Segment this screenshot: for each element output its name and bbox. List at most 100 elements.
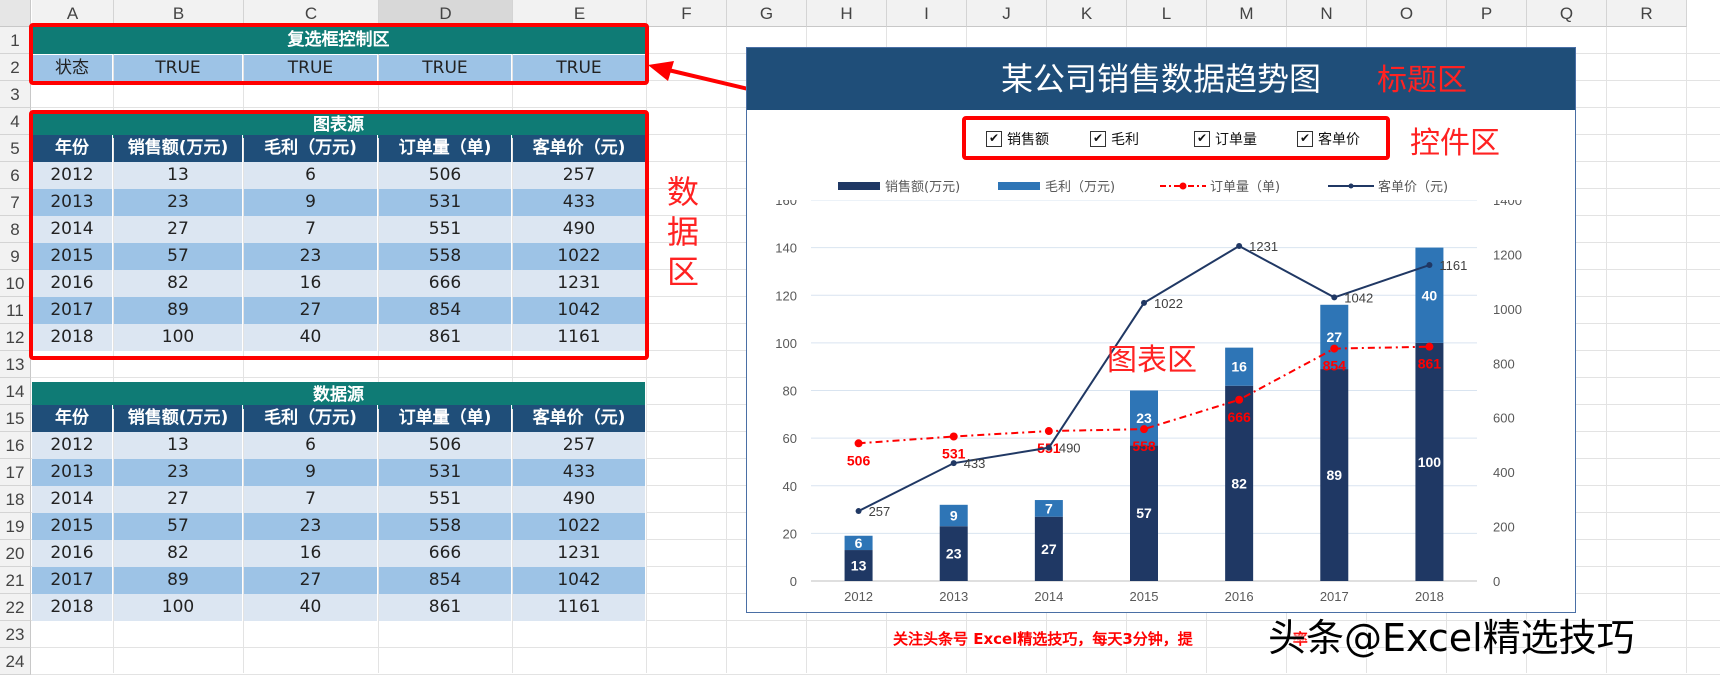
row-header[interactable]: 4 <box>0 108 31 135</box>
column-header[interactable]: R <box>1607 0 1687 27</box>
x-axis-tick: 2017 <box>1320 589 1349 604</box>
table-cell[interactable]: 2013 <box>32 459 113 486</box>
table-cell[interactable]: 16 <box>244 540 378 567</box>
column-header[interactable]: L <box>1127 0 1207 27</box>
row-header[interactable]: 23 <box>0 621 31 648</box>
row-header[interactable]: 14 <box>0 378 31 405</box>
table-cell[interactable]: 2012 <box>32 432 113 459</box>
left-axis-tick: 160 <box>775 200 797 208</box>
table-cell[interactable]: 551 <box>379 486 512 513</box>
table-cell[interactable]: 433 <box>513 459 646 486</box>
table-cell[interactable]: 27 <box>114 486 243 513</box>
table-cell[interactable]: 100 <box>114 594 243 621</box>
row-header[interactable]: 8 <box>0 216 31 243</box>
table-cell[interactable]: 6 <box>244 432 378 459</box>
row-header[interactable]: 17 <box>0 459 31 486</box>
column-header[interactable]: G <box>727 0 807 27</box>
column-header[interactable]: P <box>1447 0 1527 27</box>
row-header[interactable]: 11 <box>0 297 31 324</box>
point-orders <box>1330 344 1339 353</box>
table-header-cell[interactable]: 订单量（单) <box>379 405 512 432</box>
table-cell[interactable]: 1161 <box>513 594 646 621</box>
column-header[interactable]: F <box>647 0 727 27</box>
column-header[interactable]: K <box>1047 0 1127 27</box>
chart-zone-label: 图表区 <box>1107 343 1197 378</box>
table-cell[interactable]: 490 <box>513 486 646 513</box>
row-header[interactable]: 2 <box>0 54 31 81</box>
table-cell[interactable]: 13 <box>114 432 243 459</box>
data-label-profit: 7 <box>1045 500 1053 516</box>
table-cell[interactable]: 2014 <box>32 486 113 513</box>
checkbox-orders[interactable]: ✔ 订单量 <box>1194 129 1257 149</box>
table-cell[interactable]: 558 <box>379 513 512 540</box>
watermark: 头条@Excel精选技巧 <box>1268 616 1635 660</box>
point-unit-price <box>855 508 862 515</box>
column-header[interactable]: Q <box>1527 0 1607 27</box>
row-header[interactable]: 1 <box>0 27 31 54</box>
table-cell[interactable]: 2015 <box>32 513 113 540</box>
left-axis-tick: 140 <box>775 241 797 256</box>
row-header[interactable]: 3 <box>0 81 31 108</box>
row-header[interactable]: 13 <box>0 351 31 378</box>
table-cell[interactable]: 257 <box>513 432 646 459</box>
row-header[interactable]: 5 <box>0 135 31 162</box>
column-header[interactable]: J <box>967 0 1047 27</box>
table-cell[interactable]: 57 <box>114 513 243 540</box>
point-orders <box>1235 395 1244 404</box>
row-header[interactable]: 6 <box>0 162 31 189</box>
table-header-cell[interactable]: 客单价（元) <box>513 405 646 432</box>
table-cell[interactable]: 2017 <box>32 567 113 594</box>
x-axis-tick: 2013 <box>939 589 968 604</box>
select-all-corner[interactable] <box>0 0 31 27</box>
table-cell[interactable]: 1231 <box>513 540 646 567</box>
column-header[interactable]: N <box>1287 0 1367 27</box>
table-cell[interactable]: 1022 <box>513 513 646 540</box>
table-cell[interactable]: 1042 <box>513 567 646 594</box>
row-header[interactable]: 19 <box>0 513 31 540</box>
right-axis-tick: 0 <box>1493 574 1500 589</box>
column-header[interactable]: M <box>1207 0 1287 27</box>
right-axis-tick: 400 <box>1493 465 1515 480</box>
table-cell[interactable]: 7 <box>244 486 378 513</box>
table-cell[interactable]: 9 <box>244 459 378 486</box>
table-header-cell[interactable]: 销售额(万元) <box>114 405 243 432</box>
row-header[interactable]: 7 <box>0 189 31 216</box>
row-header[interactable]: 20 <box>0 540 31 567</box>
legend-label-unit-price: 客单价（元) <box>1378 180 1449 195</box>
table-cell[interactable]: 2018 <box>32 594 113 621</box>
point-unit-price <box>1331 294 1338 301</box>
row-header[interactable]: 24 <box>0 648 31 675</box>
row-header[interactable]: 18 <box>0 486 31 513</box>
table-cell[interactable]: 854 <box>379 567 512 594</box>
column-header[interactable]: H <box>807 0 887 27</box>
checkbox-sales[interactable]: ✔ 销售额 <box>986 129 1049 149</box>
checkbox-unit-price[interactable]: ✔ 客单价 <box>1297 129 1360 149</box>
row-header[interactable]: 16 <box>0 432 31 459</box>
checkmark-icon: ✔ <box>1194 131 1210 147</box>
table-header-cell[interactable]: 年份 <box>32 405 113 432</box>
table-cell[interactable]: 89 <box>114 567 243 594</box>
table-cell[interactable]: 531 <box>379 459 512 486</box>
point-unit-price <box>1141 299 1147 306</box>
row-header[interactable]: 21 <box>0 567 31 594</box>
row-header[interactable]: 9 <box>0 243 31 270</box>
table-cell[interactable]: 2016 <box>32 540 113 567</box>
data-label-profit: 9 <box>950 508 958 524</box>
row-header[interactable]: 15 <box>0 405 31 432</box>
table-cell[interactable]: 82 <box>114 540 243 567</box>
table-cell[interactable]: 861 <box>379 594 512 621</box>
chart-plot-area: 0 20 40 60 80 100 120 140 160 0 200 400 600 800 1000 12… <box>775 200 1522 604</box>
row-header[interactable]: 22 <box>0 594 31 621</box>
table-cell[interactable]: 23 <box>114 459 243 486</box>
table-cell[interactable]: 666 <box>379 540 512 567</box>
table-cell[interactable]: 506 <box>379 432 512 459</box>
checkbox-profit[interactable]: ✔ 毛利 <box>1090 129 1139 149</box>
row-header[interactable]: 10 <box>0 270 31 297</box>
table-cell[interactable]: 23 <box>244 513 378 540</box>
row-header[interactable]: 12 <box>0 324 31 351</box>
table-header-cell[interactable]: 毛利（万元) <box>244 405 378 432</box>
table-cell[interactable]: 40 <box>244 594 378 621</box>
column-header[interactable]: O <box>1367 0 1447 27</box>
column-header[interactable]: I <box>887 0 967 27</box>
table-cell[interactable]: 27 <box>244 567 378 594</box>
